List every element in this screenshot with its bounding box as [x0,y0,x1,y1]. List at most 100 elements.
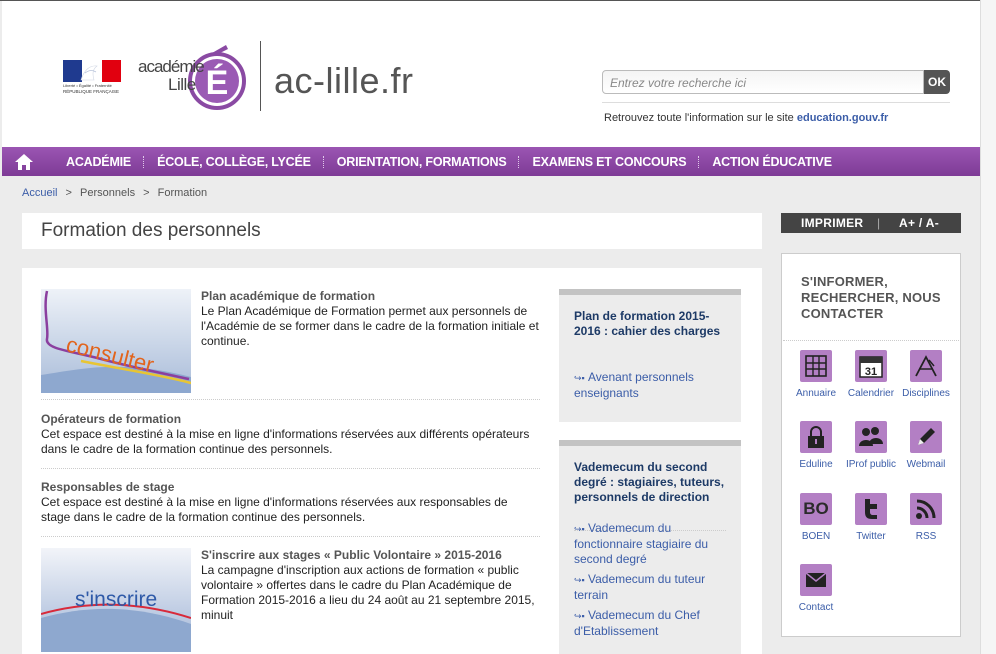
tile-label: Eduline [799,459,833,470]
tile-label: IProf public [845,459,897,470]
users-icon [855,421,887,453]
tile-label: Calendrier [847,388,895,399]
breadcrumb-separator: > [143,187,150,199]
tile-rss[interactable]: RSS [898,493,954,542]
tile-label: Disciplines [902,388,950,399]
lille-word: Lille [168,75,196,94]
tile-boen[interactable]: BO BOEN [788,493,844,542]
sinscrire-image: s'inscrire [41,548,191,652]
nav-item-action-educative[interactable]: ACTION ÉDUCATIVE [698,155,845,169]
marianne-flag-icon [63,60,121,82]
republique-francaise-logo[interactable]: Liberté • Égalité • Fraternité RÉPUBLIQU… [63,60,121,96]
tile-twitter[interactable]: Twitter [843,493,899,542]
item-title-sinscrire[interactable]: S'inscrire aux stages « Public Volontair… [201,548,502,562]
tile-webmail[interactable]: Webmail [898,421,954,470]
side-box-vademecum: Vademecum du second degré : stagiaires, … [559,440,741,654]
education-link-text: Retrouvez toute l'information sur le sit… [604,112,888,124]
side-link-chef-label: Vademecum du Chef d'Etablissement [574,608,700,638]
breadcrumb-personnels[interactable]: Personnels [80,187,135,199]
tile-annuaire[interactable]: Annuaire [788,350,844,399]
font-size-button[interactable]: A+ / A- [899,216,939,230]
sidebar-title: S'INFORMER, RECHERCHER, NOUS CONTACTER [801,274,941,321]
side-link-avenant[interactable]: ↪▪ Avenant personnels enseignants [574,370,724,401]
link-arrow-icon: ↪▪ [574,524,585,534]
education-gouv-link[interactable]: education.gouv.fr [797,112,888,124]
tile-label: Annuaire [795,388,837,399]
tile-label: RSS [915,531,937,542]
tools-separator: | [877,216,881,230]
nav-item-examens[interactable]: EXAMENS ET CONCOURS [518,155,699,169]
tile-label: Twitter [856,531,886,542]
logo-separator [260,41,261,111]
lock-icon [800,421,832,453]
calendar-day: 31 [865,366,877,378]
envelope-icon [800,564,832,596]
item-text-responsables: Cet espace est destiné à la mise en lign… [41,495,508,524]
search-ok-button[interactable]: OK [924,70,950,94]
nav-item-orientation[interactable]: ORIENTATION, FORMATIONS [322,155,520,169]
print-button[interactable]: IMPRIMER [801,216,863,230]
nav-home-button[interactable] [2,147,46,176]
home-icon [15,153,33,170]
calendar-icon: 31 [855,350,887,382]
directory-icon [800,350,832,382]
item-text-sinscrire: La campagne d'inscription aux actions de… [201,563,535,622]
side-link-vademecum-stagiaire[interactable]: ↪▪ Vademecum du fonctionnaire stagiaire d… [574,521,724,567]
rf-motto: Liberté • Égalité • Fraternité [63,83,112,88]
tile-iprof[interactable]: IProf public [843,421,899,470]
site-header: Liberté • Égalité • Fraternité RÉPUBLIQU… [2,1,980,147]
disciplines-icon [910,350,942,382]
retrouvez-label: Retrouvez toute l'information sur le sit… [604,112,797,124]
item-text-operateurs: Cet espace est destiné à la mise en lign… [41,427,530,456]
academie-lille-logo[interactable]: É académie Lille [138,33,248,113]
tile-contact[interactable]: Contact [788,564,844,613]
boen-icon: BO [800,493,832,525]
breadcrumb-accueil[interactable]: Accueil [22,187,57,199]
page-title-box: Formation des personnels [22,213,762,249]
sinscrire-word: s'inscrire [75,588,157,611]
logo-letter: É [206,64,229,102]
twitter-icon [855,493,887,525]
tile-disciplines[interactable]: Disciplines [898,350,954,399]
side-link-avenant-label: Avenant personnels enseignants [574,370,694,400]
item-divider [41,536,540,537]
item-divider [41,468,540,469]
tile-label: Contact [798,602,834,613]
side-link-vademecum-tuteur[interactable]: ↪▪ Vademecum du tuteur terrain [574,572,724,603]
side-link-tuteur-label: Vademecum du tuteur terrain [574,572,706,602]
item-title-plan-academique[interactable]: Plan académique de formation [201,289,375,303]
breadcrumb-separator: > [65,187,72,199]
side-link-vademecum-chef[interactable]: ↪▪ Vademecum du Chef d'Etablissement [574,608,724,639]
item-divider [41,399,540,400]
side-link-stagiaire-label: Vademecum du fonctionnaire stagiaire du … [574,521,709,566]
site-name[interactable]: ac-lille.fr [274,60,414,102]
main-content: consulter Plan académique de formation L… [22,268,762,654]
tile-eduline[interactable]: Eduline [788,421,844,470]
rss-icon [910,493,942,525]
breadcrumb: Accueil > Personnels > Formation [22,187,207,199]
link-arrow-icon: ↪▪ [574,575,585,585]
search-input[interactable]: Entrez votre recherche ici [602,70,924,94]
tile-calendrier[interactable]: 31 Calendrier [843,350,899,399]
main-navigation: ACADÉMIE ÉCOLE, COLLÈGE, LYCÉE ORIENTATI… [2,147,980,176]
vertical-scrollbar[interactable] [980,0,996,654]
side-box-plan-formation: Plan de formation 2015-2016 : cahier des… [559,289,741,422]
sinscrire-thumbnail[interactable]: s'inscrire [41,548,191,652]
nav-item-ecole[interactable]: ÉCOLE, COLLÈGE, LYCÉE [143,155,324,169]
pencil-icon [910,421,942,453]
breadcrumb-formation: Formation [157,187,208,199]
item-title-operateurs[interactable]: Opérateurs de formation [41,412,181,426]
item-title-responsables[interactable]: Responsables de stage [41,480,174,494]
consulter-thumbnail[interactable]: consulter [41,289,191,393]
side-box-title-plan[interactable]: Plan de formation 2015-2016 : cahier des… [574,309,724,339]
page-title: Formation des personnels [41,220,261,241]
academie-word: académie [138,57,205,76]
item-text-plan-academique: Le Plan Académique de Formation permet a… [201,304,539,348]
link-arrow-icon: ↪▪ [574,611,585,621]
side-box-title-vademecum[interactable]: Vademecum du second degré : stagiaires, … [574,460,729,505]
services-sidebar: S'INFORMER, RECHERCHER, NOUS CONTACTER A… [781,253,961,637]
tile-label: Webmail [906,459,946,470]
link-arrow-icon: ↪▪ [574,373,585,383]
search-divider [602,102,950,103]
nav-item-academie[interactable]: ACADÉMIE [46,155,144,169]
